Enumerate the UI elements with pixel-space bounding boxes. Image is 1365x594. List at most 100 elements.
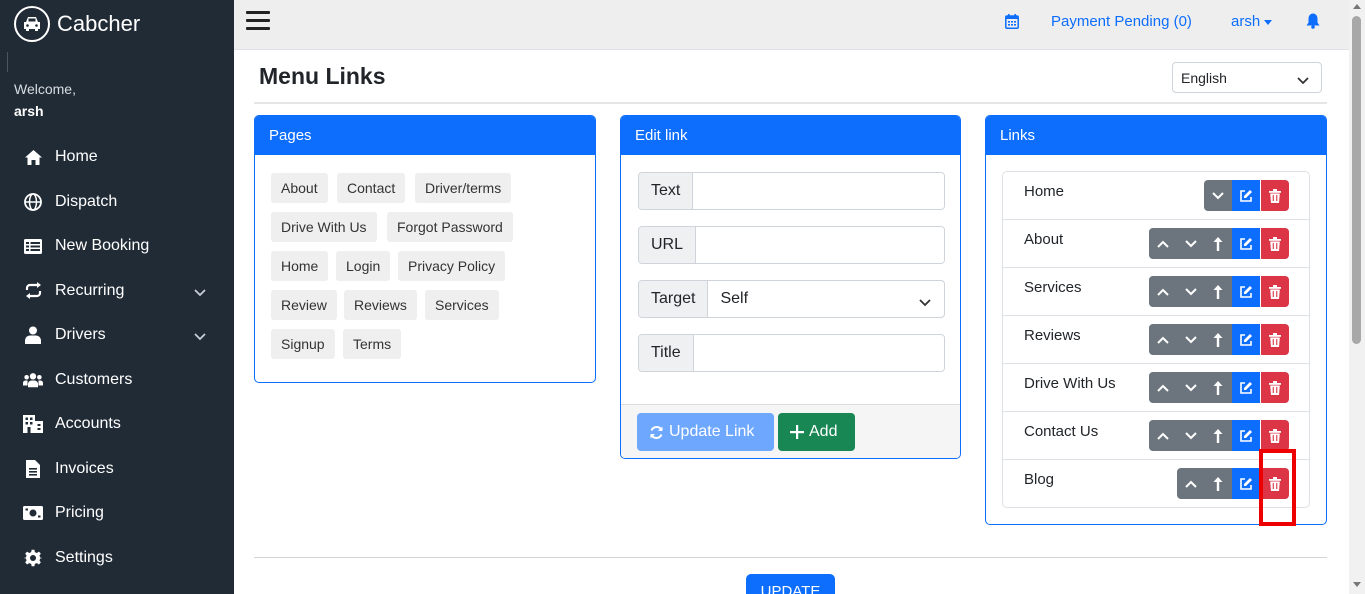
delete-link-button[interactable]	[1261, 372, 1289, 403]
page-tag-terms[interactable]: Terms	[343, 329, 402, 359]
sidebar-item-home[interactable]: Home	[0, 135, 234, 180]
page-tag-login[interactable]: Login	[336, 251, 391, 281]
page-tag-about[interactable]: About	[271, 173, 328, 203]
move-up-button[interactable]	[1149, 372, 1177, 403]
car-icon	[14, 6, 50, 42]
chevron-down-icon	[1185, 383, 1197, 391]
edit-link-button[interactable]	[1232, 276, 1260, 307]
edit-icon	[1240, 333, 1252, 346]
add-label: Add	[809, 423, 838, 440]
update-link-button[interactable]: Update Link	[637, 413, 774, 451]
page-tag-privacy-policy[interactable]: Privacy Policy	[398, 251, 506, 281]
title-input[interactable]	[693, 335, 944, 371]
page-tag-driver-terms[interactable]: Driver/terms	[415, 173, 512, 203]
scroll-up-arrow-icon[interactable]	[1353, 4, 1361, 9]
page-tag-forgot-password[interactable]: Forgot Password	[387, 212, 513, 242]
chevron-up-icon	[1157, 336, 1169, 344]
bell-icon[interactable]	[1306, 13, 1320, 34]
divider	[254, 557, 1327, 558]
edit-link-button[interactable]	[1232, 372, 1260, 403]
indent-button[interactable]	[1204, 468, 1232, 499]
scroll-thumb[interactable]	[1352, 16, 1361, 344]
move-up-button[interactable]	[1149, 324, 1177, 355]
home-icon	[23, 147, 43, 167]
sidebar-item-customers[interactable]: Customers	[0, 358, 234, 403]
sidebar-item-recurring[interactable]: Recurring	[0, 269, 234, 314]
move-down-button[interactable]	[1204, 180, 1232, 211]
sidebar-item-settings[interactable]: Settings	[0, 536, 234, 581]
chevron-down-icon	[1185, 335, 1197, 343]
brand[interactable]: Cabcher	[0, 0, 234, 48]
trash-icon	[1269, 188, 1281, 203]
user-menu-dropdown[interactable]: arsh	[1231, 13, 1273, 30]
page-tag-drive-with-us[interactable]: Drive With Us	[271, 212, 377, 242]
link-label: Home	[1024, 183, 1065, 200]
users-icon	[23, 370, 43, 390]
move-down-button[interactable]	[1177, 420, 1205, 451]
delete-link-button[interactable]	[1261, 228, 1289, 259]
language-select[interactable]: English	[1172, 62, 1322, 93]
page-tag-reviews[interactable]: Reviews	[344, 290, 417, 320]
sidebar-item-pricing[interactable]: Pricing	[0, 491, 234, 536]
move-up-button[interactable]	[1149, 228, 1177, 259]
delete-link-button[interactable]	[1261, 180, 1289, 211]
edit-link-button[interactable]	[1232, 180, 1260, 211]
page-tag-signup[interactable]: Signup	[271, 329, 335, 359]
indent-button[interactable]	[1204, 228, 1232, 259]
indent-button[interactable]	[1204, 420, 1232, 451]
sidebar-item-label: Settings	[55, 548, 113, 566]
calendar-icon[interactable]	[1005, 14, 1019, 34]
move-down-button[interactable]	[1177, 324, 1205, 355]
sidebar-item-drivers[interactable]: Drivers	[0, 313, 234, 358]
indent-button[interactable]	[1204, 276, 1232, 307]
move-down-button[interactable]	[1177, 276, 1205, 307]
move-up-button[interactable]	[1177, 468, 1205, 499]
link-row: About	[1003, 220, 1309, 268]
sidebar-username: arsh	[14, 103, 44, 119]
edit-link-button[interactable]	[1232, 468, 1260, 499]
sidebar-item-dispatch[interactable]: Dispatch	[0, 180, 234, 225]
sidebar-item-accounts[interactable]: Accounts	[0, 402, 234, 447]
move-up-button[interactable]	[1149, 276, 1177, 307]
chevron-down-icon	[1297, 72, 1309, 88]
edit-link-button[interactable]	[1232, 324, 1260, 355]
page-scrollbar[interactable]	[1349, 0, 1365, 594]
text-input[interactable]	[693, 173, 944, 209]
scroll-down-arrow-icon[interactable]	[1353, 582, 1361, 587]
trash-icon	[1269, 476, 1281, 491]
page-tag-contact[interactable]: Contact	[337, 173, 406, 203]
text-input-group: Text	[638, 172, 945, 210]
sidebar-item-invoices[interactable]: Invoices	[0, 447, 234, 492]
page-tag-services[interactable]: Services	[425, 290, 499, 320]
delete-link-button[interactable]	[1261, 420, 1289, 451]
edit-link-button[interactable]	[1232, 228, 1260, 259]
payment-pending-link[interactable]: Payment Pending (0)	[1051, 13, 1192, 30]
edit-link-button[interactable]	[1232, 420, 1260, 451]
delete-link-button[interactable]	[1261, 276, 1289, 307]
link-row: Contact Us	[1003, 412, 1309, 460]
move-down-button[interactable]	[1177, 372, 1205, 403]
page-tag-review[interactable]: Review	[271, 290, 337, 320]
sidebar-item-label: Customers	[55, 370, 133, 388]
chevron-down-icon	[919, 294, 931, 312]
chevron-up-icon	[1157, 384, 1169, 392]
sidebar-item-label: Invoices	[55, 459, 114, 477]
sidebar-item-new-booking[interactable]: New Booking	[0, 224, 234, 269]
target-label: Target	[639, 281, 709, 317]
move-down-button[interactable]	[1177, 228, 1205, 259]
indent-button[interactable]	[1204, 372, 1232, 403]
delete-link-button[interactable]	[1261, 324, 1289, 355]
target-select[interactable]: Self	[708, 281, 944, 317]
gear-icon	[23, 548, 43, 568]
add-button[interactable]: Add	[778, 413, 855, 451]
indent-button[interactable]	[1204, 324, 1232, 355]
hamburger-menu-icon[interactable]	[246, 11, 270, 33]
sidebar-item-label: Dispatch	[55, 192, 118, 210]
delete-link-button[interactable]	[1261, 468, 1289, 499]
driver-icon	[23, 325, 43, 345]
move-up-button[interactable]	[1149, 420, 1177, 451]
url-input[interactable]	[696, 227, 944, 263]
arrow-up-icon	[1213, 332, 1223, 347]
page-tag-home[interactable]: Home	[271, 251, 329, 281]
update-button[interactable]: UPDATE	[746, 574, 835, 594]
